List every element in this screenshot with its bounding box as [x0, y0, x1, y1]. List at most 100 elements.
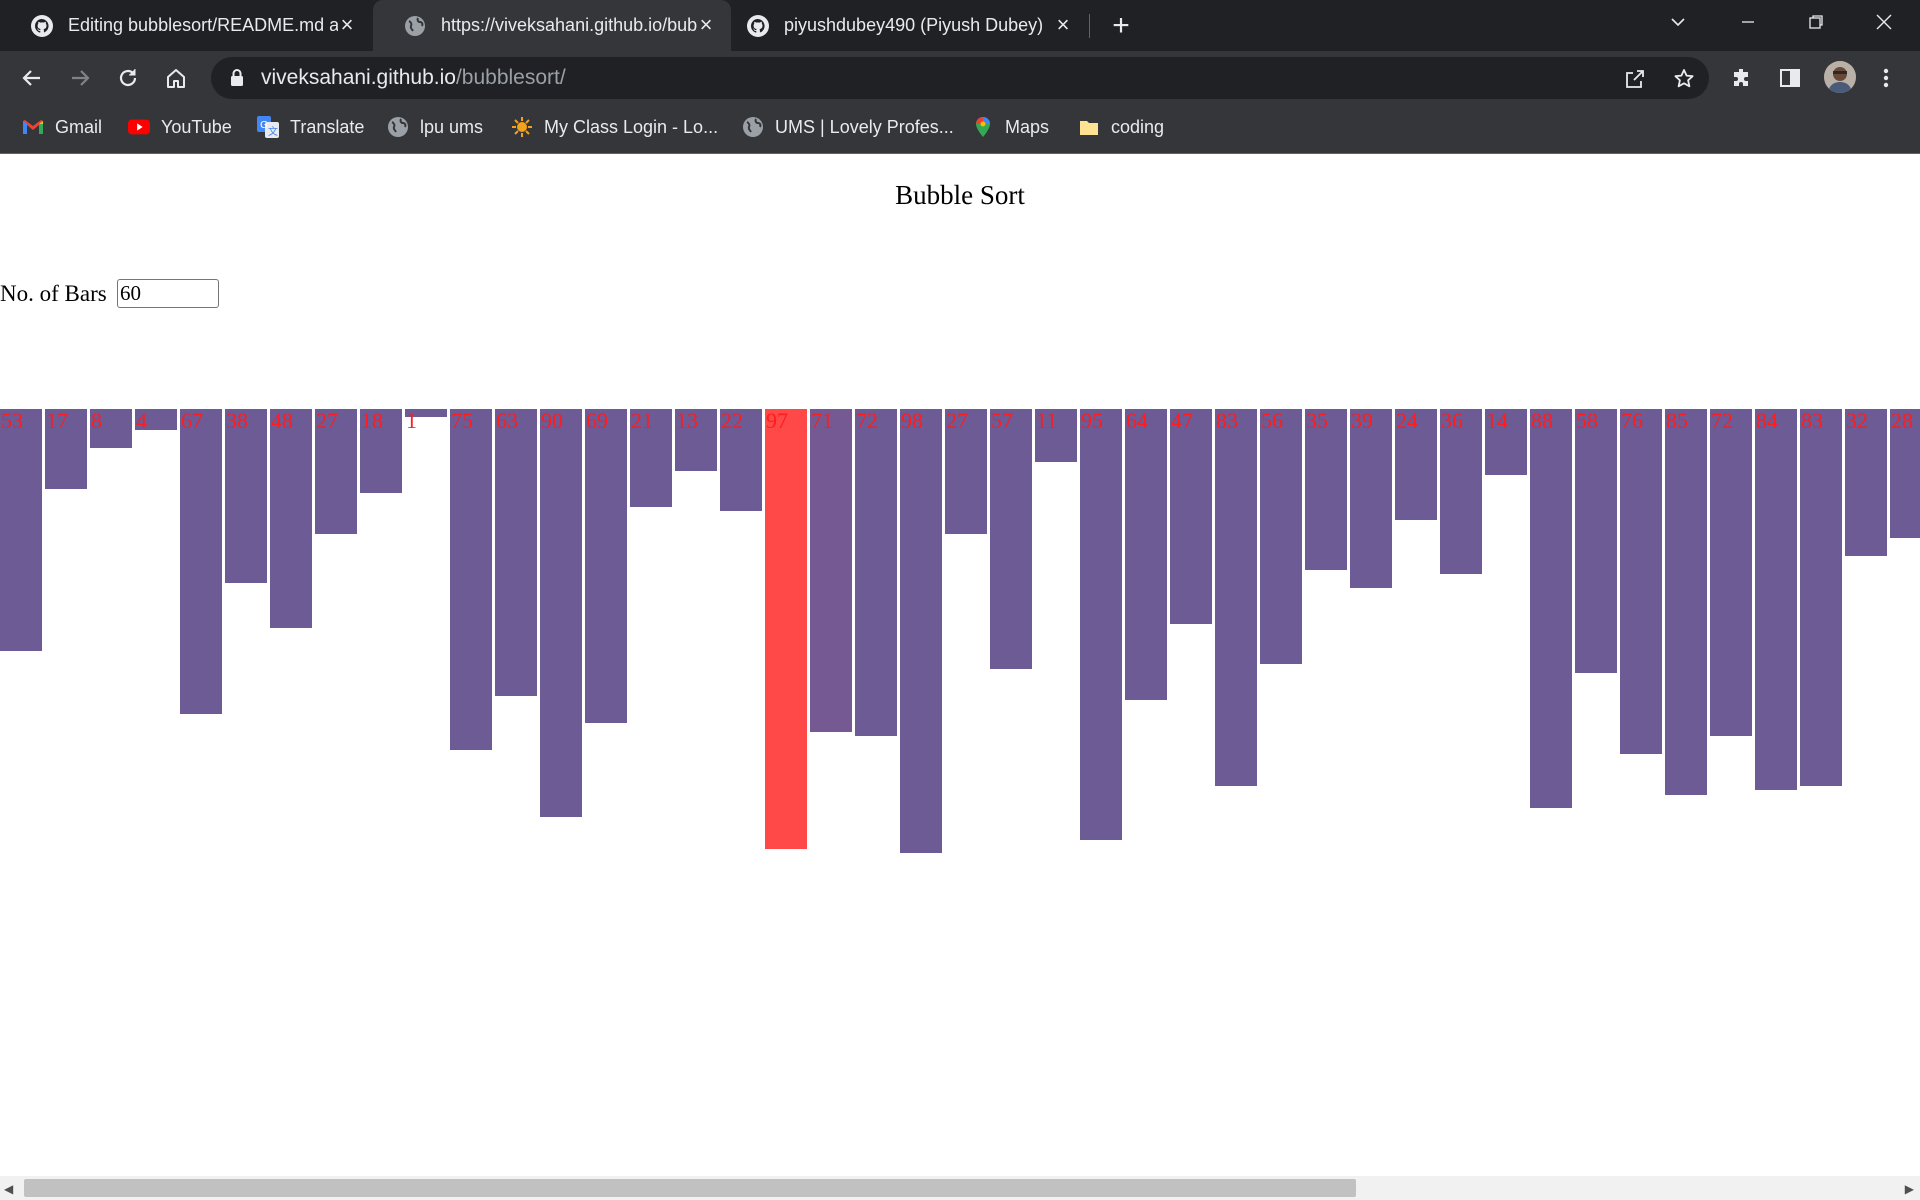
- side-panel-icon[interactable]: [1772, 60, 1808, 96]
- scrollbar-thumb[interactable]: [24, 1179, 1356, 1197]
- bar: 35: [1305, 409, 1347, 570]
- bar: 97: [765, 409, 807, 849]
- share-icon[interactable]: [1622, 66, 1648, 92]
- bars-count-input[interactable]: [117, 279, 219, 308]
- bar: 57: [990, 409, 1032, 669]
- bar: 28: [1890, 409, 1920, 538]
- svg-text:G: G: [260, 120, 268, 131]
- bookmark-label: lpu ums: [420, 116, 484, 137]
- bar-value-label: 8: [91, 408, 102, 433]
- folder-icon: [1078, 116, 1100, 138]
- bar-value-label: 35: [1306, 408, 1328, 433]
- close-icon[interactable]: ×: [695, 12, 717, 37]
- bar: 47: [1170, 409, 1212, 624]
- bar: 27: [945, 409, 987, 534]
- tab-title: Editing bubblesort/README.md a: [68, 15, 338, 35]
- url-host: viveksahani.github.io: [261, 66, 456, 89]
- bar-value-label: 53: [1, 408, 23, 433]
- url-text[interactable]: viveksahani.github.io/bubblesort/: [261, 66, 566, 90]
- bookmark-maps[interactable]: Maps: [972, 105, 1049, 149]
- profile-avatar[interactable]: [1824, 61, 1856, 93]
- bar: 39: [1350, 409, 1392, 588]
- horizontal-scrollbar[interactable]: ◀ ▶: [0, 1176, 1920, 1200]
- bookmark-my-class[interactable]: My Class Login - Lo...: [511, 105, 718, 149]
- bar-value-label: 83: [1801, 408, 1823, 433]
- bar-value-label: 72: [856, 408, 878, 433]
- scroll-left-icon[interactable]: ◀: [4, 1182, 13, 1196]
- bookmark-coding[interactable]: coding: [1078, 105, 1164, 149]
- bar: 69: [585, 409, 627, 723]
- gmail-icon: [22, 116, 44, 138]
- address-bar[interactable]: viveksahani.github.io/bubblesort/: [211, 57, 1709, 99]
- bar-value-label: 84: [1756, 408, 1778, 433]
- close-window-button[interactable]: [1854, 0, 1914, 44]
- reload-button[interactable]: [110, 60, 146, 96]
- bar: 1: [405, 409, 447, 433]
- extensions-icon[interactable]: [1724, 60, 1760, 96]
- tab-bubblesort[interactable]: https://viveksahani.github.io/bub ×: [373, 0, 731, 51]
- bar-value-label: 83: [1216, 408, 1238, 433]
- restore-button[interactable]: [1786, 0, 1846, 44]
- bar-value-label: 11: [1036, 408, 1058, 433]
- youtube-icon: [128, 116, 150, 138]
- bar-value-label: 58: [1576, 408, 1598, 433]
- bar: 18: [360, 409, 402, 493]
- bar: 4: [135, 409, 177, 433]
- bookmark-lpu-ums[interactable]: lpu ums: [387, 105, 483, 149]
- bookmark-ums-lpu[interactable]: UMS | Lovely Profes...: [742, 105, 954, 149]
- minimize-button[interactable]: [1718, 0, 1778, 44]
- bar-value-label: 69: [586, 408, 608, 433]
- bar-value-label: 75: [451, 408, 473, 433]
- github-icon: [746, 14, 770, 38]
- bar-value-label: 24: [1396, 408, 1418, 433]
- new-tab-button[interactable]: +: [1106, 11, 1136, 42]
- maps-icon: [972, 116, 994, 138]
- menu-kebab-icon[interactable]: [1868, 60, 1904, 96]
- scroll-right-icon[interactable]: ▶: [1905, 1182, 1914, 1196]
- bookmark-label: Maps: [1005, 116, 1050, 137]
- bar-value-label: 13: [676, 408, 698, 433]
- forward-button[interactable]: [62, 60, 98, 96]
- bars-control: No. of Bars: [0, 279, 219, 308]
- bar: 53: [0, 409, 42, 651]
- bookmark-label: My Class Login - Lo...: [544, 116, 719, 137]
- bar-value-label: 56: [1261, 408, 1283, 433]
- bars-chart: 53 17 8 4 67 38 48 27 18 1 75 63 90 69 21 13 22 97 71 72 98 2…: [0, 409, 1920, 869]
- tab-title: https://viveksahani.github.io/bub: [441, 15, 698, 35]
- tab-readme[interactable]: Editing bubblesort/README.md a ×: [0, 0, 372, 51]
- bookmark-gmail[interactable]: Gmail: [22, 105, 102, 149]
- url-path: /bubblesort/: [455, 66, 566, 89]
- tab-profile[interactable]: piyushdubey490 (Piyush Dubey) ×: [732, 0, 1090, 51]
- bar: 21: [630, 409, 672, 507]
- bar: 58: [1575, 409, 1617, 673]
- bookmark-star-icon[interactable]: [1671, 66, 1697, 92]
- bookmark-translate[interactable]: G文 Translate: [257, 105, 364, 149]
- back-button[interactable]: [14, 60, 50, 96]
- sun-icon: [511, 116, 533, 138]
- bar-value-label: 85: [1666, 408, 1688, 433]
- bar: 17: [45, 409, 87, 489]
- bar: 98: [900, 409, 942, 853]
- translate-icon: G文: [257, 116, 279, 138]
- bar-value-label: 48: [271, 408, 293, 433]
- bar-value-label: 27: [316, 408, 338, 433]
- close-icon[interactable]: ×: [1052, 12, 1074, 37]
- bar: 64: [1125, 409, 1167, 700]
- bar: 11: [1035, 409, 1077, 462]
- bar: 67: [180, 409, 222, 714]
- tab-strip: Editing bubblesort/README.md a × https:/…: [0, 0, 1920, 51]
- tab-search-button[interactable]: [1648, 0, 1708, 44]
- home-button[interactable]: [158, 60, 194, 96]
- svg-text:文: 文: [268, 125, 278, 138]
- lock-icon[interactable]: [229, 68, 245, 93]
- bar: 90: [540, 409, 582, 817]
- bar-value-label: 28: [1891, 408, 1913, 433]
- bar: 38: [225, 409, 267, 583]
- close-icon[interactable]: ×: [336, 12, 358, 37]
- bar: 48: [270, 409, 312, 628]
- bar-value-label: 17: [46, 408, 68, 433]
- bar: 32: [1845, 409, 1887, 556]
- bookmark-youtube[interactable]: YouTube: [128, 105, 232, 149]
- bar: 72: [855, 409, 897, 736]
- bar-value-label: 14: [1486, 408, 1508, 433]
